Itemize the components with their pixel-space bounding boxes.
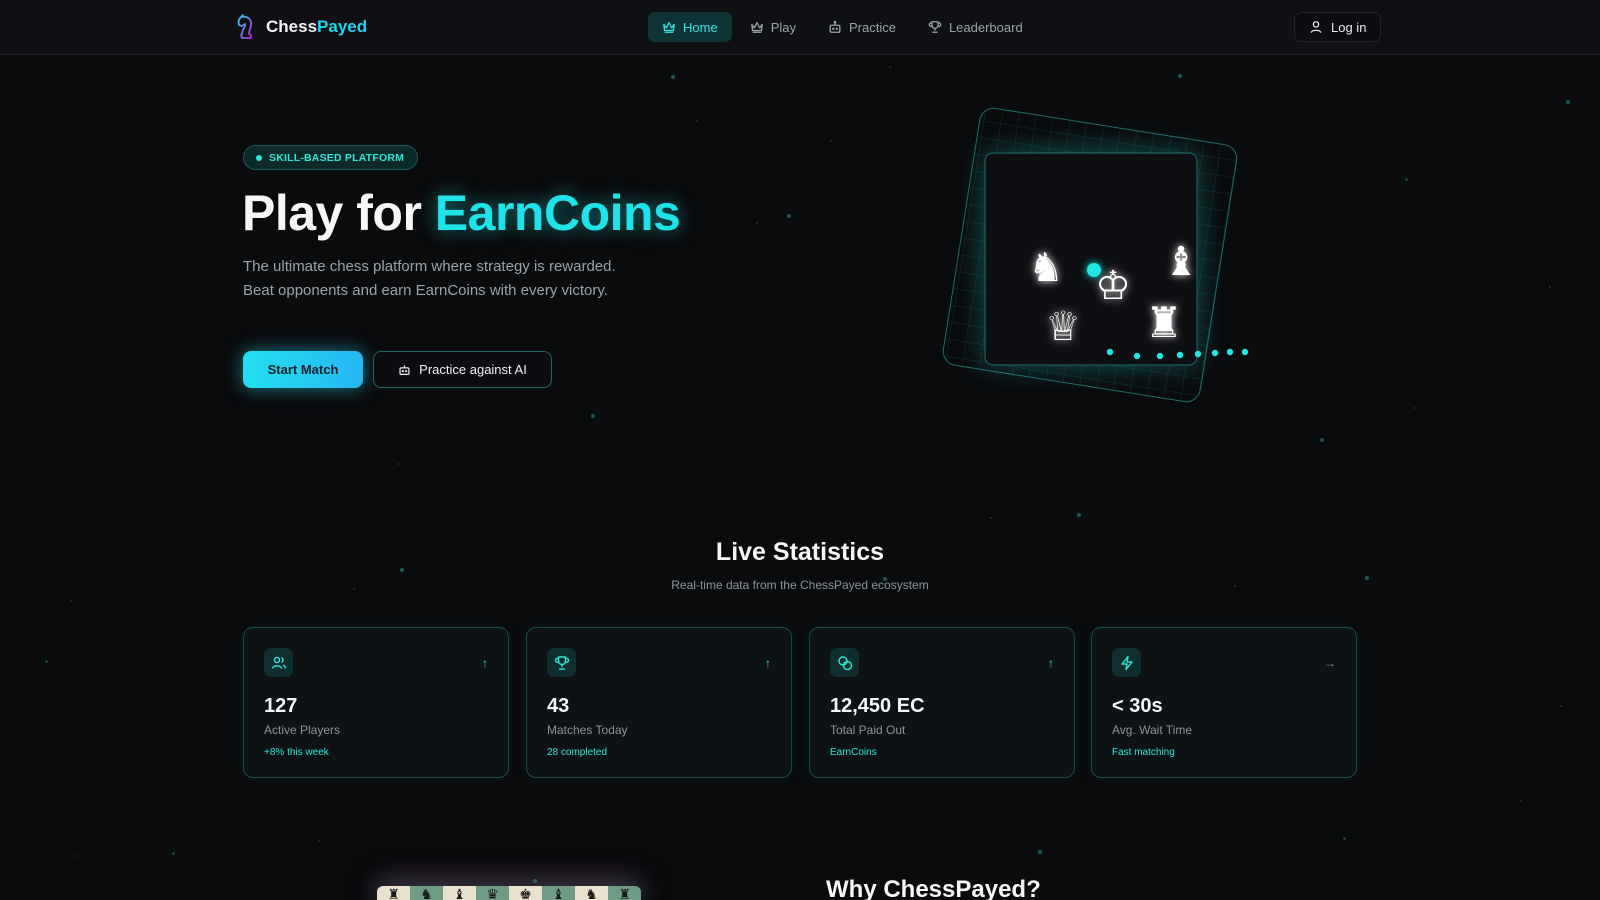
practice-ai-label: Practice against AI bbox=[419, 362, 527, 377]
stats-subtitle: Real-time data from the ChessPayed ecosy… bbox=[671, 578, 929, 592]
rook-piece: ♜ bbox=[1145, 298, 1183, 347]
stats-title: Live Statistics bbox=[715, 538, 885, 566]
trend-up-icon: ↑ bbox=[765, 656, 771, 670]
board-square: ♝ bbox=[443, 886, 476, 900]
nav-home[interactable]: Home bbox=[648, 12, 732, 42]
login-label: Log in bbox=[1331, 19, 1367, 35]
nav-practice-label: Practice bbox=[848, 19, 896, 35]
queen-piece: ♕ bbox=[1045, 304, 1081, 350]
nav-practice[interactable]: Practice bbox=[814, 12, 910, 42]
board-square: ♜ bbox=[377, 886, 410, 900]
platform-badge: SKILL-BASED PLATFORM bbox=[243, 145, 419, 170]
nav-play-label: Play bbox=[770, 19, 796, 35]
start-match-button[interactable]: Start Match bbox=[243, 351, 363, 388]
brand[interactable]: ChessPayed bbox=[236, 14, 367, 40]
stat-label: Matches Today bbox=[547, 723, 628, 737]
bishop-piece: ♝ bbox=[1163, 239, 1199, 285]
nav-leaderboard[interactable]: Leaderboard bbox=[914, 12, 1037, 42]
hero-chess-illustration: ♞ ♔ ♝ ♕ ♜ bbox=[942, 107, 1249, 403]
stat-card-matches-today: ↑ 43 Matches Today 28 completed bbox=[526, 627, 792, 778]
stat-value: 43 bbox=[547, 695, 570, 717]
users-icon bbox=[264, 648, 293, 677]
stat-note: 28 completed bbox=[547, 747, 608, 758]
practice-ai-button[interactable]: Practice against AI bbox=[373, 351, 552, 388]
trophy-icon bbox=[928, 21, 942, 33]
board-square: ♚ bbox=[509, 886, 542, 900]
board-square: ♞ bbox=[575, 886, 608, 900]
stat-card-active-players: ↑ 127 Active Players +8% this week bbox=[243, 627, 509, 778]
stat-value: < 30s bbox=[1112, 695, 1163, 717]
crown-icon bbox=[663, 21, 675, 33]
stat-value: 127 bbox=[264, 695, 298, 717]
knight-logo-icon bbox=[237, 14, 253, 39]
brand-name: ChessPayed bbox=[266, 17, 368, 36]
board-square: ♞ bbox=[410, 886, 443, 900]
nav-home-label: Home bbox=[683, 19, 718, 35]
main-nav: Home Play Practice Leaderboard bbox=[648, 12, 1037, 42]
knight-piece: ♞ bbox=[1028, 245, 1064, 291]
nav-play[interactable]: Play bbox=[736, 12, 810, 42]
trend-flat-icon: → bbox=[1324, 656, 1336, 670]
stat-value: 12,450 EC bbox=[830, 695, 925, 717]
badge-dot bbox=[256, 154, 262, 161]
badge-text: SKILL-BASED PLATFORM bbox=[269, 151, 405, 164]
background-particles bbox=[0, 0, 1600, 900]
hero-description: The ultimate chess platform where strate… bbox=[243, 258, 616, 299]
zap-icon bbox=[1112, 648, 1141, 677]
stat-note: +8% this week bbox=[264, 747, 329, 758]
why-section-title: Why ChessPayed? bbox=[826, 876, 1041, 900]
mini-chessboard-preview: ♜ ♞ ♝ ♛ ♚ ♝ ♞ ♜ bbox=[377, 886, 641, 900]
bot-icon bbox=[399, 365, 410, 375]
coins-icon bbox=[830, 648, 859, 677]
board-square: ♛ bbox=[476, 886, 509, 900]
trend-up-icon: ↑ bbox=[482, 656, 488, 670]
stat-note: EarnCoins bbox=[830, 747, 877, 758]
nav-leaderboard-label: Leaderboard bbox=[948, 19, 1023, 35]
bot-icon bbox=[829, 20, 841, 33]
crown-icon bbox=[750, 21, 763, 33]
stat-card-total-paid-out: ↑ 12,450 EC Total Paid Out EarnCoins bbox=[809, 627, 1075, 778]
login-button[interactable]: Log in bbox=[1294, 12, 1382, 42]
top-navbar: ChessPayed Home Play Practice Leaderboar… bbox=[0, 0, 1600, 55]
stat-label: Active Players bbox=[264, 723, 341, 737]
board-square: ♜ bbox=[608, 886, 641, 900]
hero-title: Play for EarnCoins bbox=[242, 185, 681, 241]
trophy-icon bbox=[547, 648, 576, 677]
stat-card-avg-wait-time: → < 30s Avg. Wait Time Fast matching bbox=[1091, 627, 1357, 778]
trend-up-icon: ↑ bbox=[1048, 656, 1054, 670]
board-square: ♝ bbox=[542, 886, 575, 900]
stat-label: Total Paid Out bbox=[830, 723, 906, 737]
stat-note: Fast matching bbox=[1112, 747, 1175, 758]
user-icon bbox=[1310, 21, 1322, 33]
stat-label: Avg. Wait Time bbox=[1112, 723, 1193, 737]
